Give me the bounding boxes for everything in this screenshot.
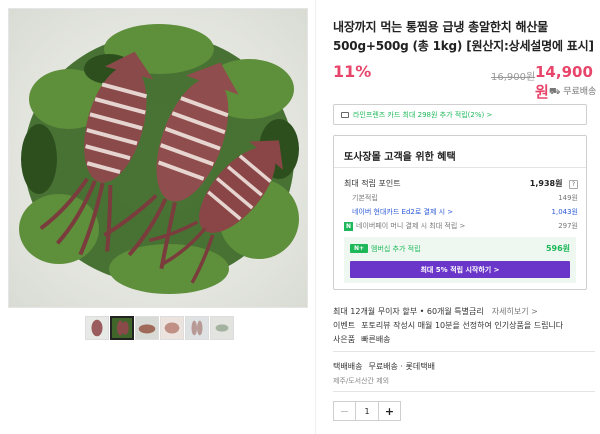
naver-plus-icon: N+ — [350, 244, 368, 253]
free-shipping-label: 무료배송 — [563, 87, 597, 97]
card-points-row[interactable]: 네이버 현대카드 Ed2로 결제 시 > 1,043원 — [344, 207, 578, 217]
truck-icon: ⛟ — [549, 87, 561, 97]
shipping-value: 무료배송 · 롯데택배 — [368, 362, 435, 371]
thumbnail-strip — [85, 316, 234, 340]
membership-label: 멤버십 추가 적립 — [371, 244, 421, 253]
installment-detail-link[interactable]: 자세히보기 > — [492, 306, 538, 317]
membership-start-button[interactable]: 최대 5% 적립 시작하기 > — [350, 261, 570, 278]
max-points-label: 최대 적립 포인트 — [344, 179, 401, 188]
pay-points-value: 297원 — [558, 222, 578, 230]
card-promo-text: 라인프렌즈 카드 최대 298원 추가 적립(2%) > — [353, 110, 493, 119]
meta-divider-1 — [333, 351, 595, 352]
benefit-box: 또사장몰 고객을 위한 혜택 최대 적립 포인트 1,938원 ? 기본적립 1… — [333, 135, 587, 290]
thumbnail-5[interactable] — [185, 316, 209, 340]
benefit-title: 또사장몰 고객을 위한 혜택 — [344, 152, 456, 163]
shipping-exclusion: 제주/도서산간 제외 — [333, 377, 390, 385]
product-main-image[interactable] — [8, 8, 308, 308]
quantity-value[interactable]: 1 — [356, 402, 378, 420]
event-value: 포토리뷰 작성시 매월 10분을 선정하여 인기상품을 드립니다 — [361, 321, 564, 330]
installment-text: 최대 12개월 무이자 할부 • 60개월 특별금리 — [333, 307, 484, 316]
thumbnail-4[interactable] — [160, 316, 184, 340]
gift-row: 사은품 빠른배송 — [333, 334, 391, 345]
event-row: 이벤트 포토리뷰 작성시 매월 10분을 선정하여 인기상품을 드립니다 — [333, 320, 563, 331]
membership-row: N+ 멤버십 추가 적립 596원 — [350, 243, 570, 254]
quantity-increase-button[interactable]: + — [378, 402, 400, 420]
gift-key: 사은품 — [333, 335, 356, 344]
card-points-value: 1,043원 — [551, 208, 578, 216]
installment-row: 최대 12개월 무이자 할부 • 60개월 특별금리 자세히보기 > — [333, 306, 538, 317]
basic-points-value: 149원 — [558, 194, 578, 202]
credit-card-icon — [341, 111, 349, 118]
thumbnail-1[interactable] — [85, 316, 109, 340]
gift-value: 빠른배송 — [361, 335, 391, 344]
discount-rate: 11% — [333, 62, 372, 81]
membership-box: N+ 멤버십 추가 적립 596원 최대 5% 적립 시작하기 > — [344, 237, 576, 283]
quantity-stepper: − 1 + — [333, 401, 401, 421]
pay-points-row[interactable]: N 네이버페이 머니 결제 시 최대 적립 > 297원 — [344, 221, 578, 231]
benefit-divider — [334, 167, 586, 168]
event-key: 이벤트 — [333, 321, 356, 330]
product-title: 내장까지 먹는 통찜용 급냉 총알한치 해산물 500g+500g (총 1kg… — [333, 20, 594, 53]
help-icon[interactable]: ? — [569, 180, 578, 189]
quantity-decrease-button[interactable]: − — [334, 402, 356, 420]
thumbnail-3[interactable] — [135, 316, 159, 340]
card-promo-banner[interactable]: 라인프렌즈 카드 최대 298원 추가 적립(2%) > — [333, 104, 587, 125]
max-points-value: 1,938원 — [529, 179, 563, 188]
thumbnail-2[interactable] — [110, 316, 134, 340]
shipping-key: 택배배송 — [333, 362, 363, 371]
basic-points-row: 기본적립 149원 — [344, 193, 578, 203]
naver-pay-icon: N — [344, 221, 353, 231]
basic-points-label: 기본적립 — [352, 194, 378, 202]
column-divider — [315, 0, 316, 434]
thumbnail-6[interactable] — [210, 316, 234, 340]
max-points-row: 최대 적립 포인트 1,938원 ? — [344, 178, 578, 189]
shipping-row: 택배배송 무료배송 · 롯데택배 — [333, 361, 435, 372]
membership-value: 596원 — [545, 244, 570, 253]
free-shipping-badge: ⛟ 무료배송 — [549, 84, 596, 98]
meta-divider-2 — [333, 391, 595, 392]
pay-points-label[interactable]: 네이버페이 머니 결제 시 최대 적립 > — [356, 222, 465, 230]
original-price: 16,900원 — [491, 72, 536, 83]
card-points-label[interactable]: 네이버 현대카드 Ed2로 결제 시 > — [344, 207, 453, 217]
